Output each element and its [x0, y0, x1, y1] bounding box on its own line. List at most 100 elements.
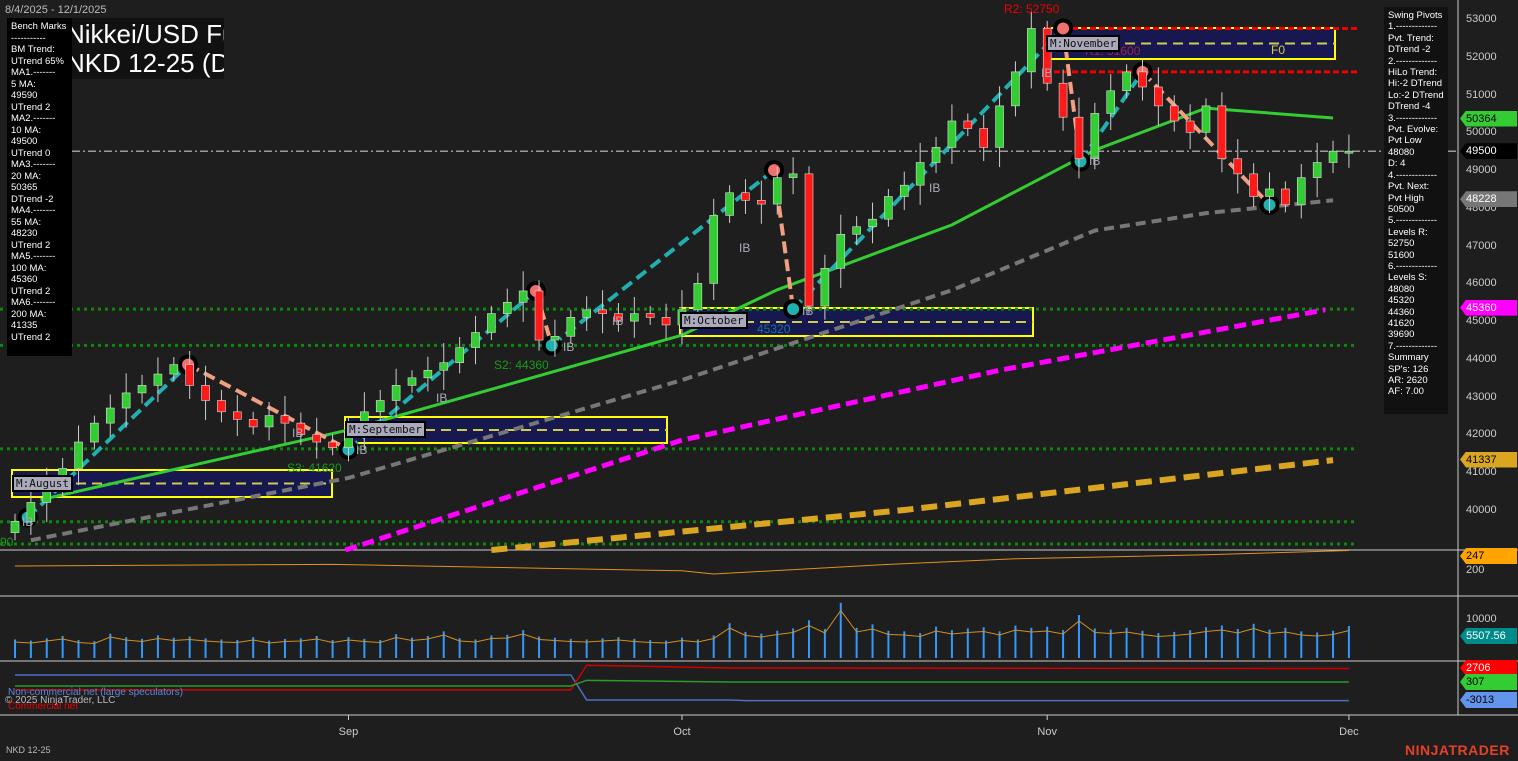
cot-line-other: [15, 679, 1349, 687]
cot-line-noncommercial: [15, 674, 1349, 702]
s-low-label: 90: [0, 535, 14, 549]
candle-down: [757, 199, 766, 205]
osc-tick: 200: [1466, 564, 1485, 576]
candle-up: [1011, 71, 1020, 107]
candle-up: [852, 226, 861, 235]
s3-label: S3: 41620: [287, 461, 342, 475]
ib-label: IB: [436, 391, 448, 405]
candle-down: [1249, 173, 1258, 197]
title-line-1: Nikkei/USD Futures: [66, 19, 224, 49]
candle-up: [788, 173, 798, 178]
candle-up: [947, 120, 957, 148]
candle-up: [1201, 105, 1211, 133]
candle-up: [423, 369, 433, 379]
candle-down: [534, 290, 544, 341]
x-axis-label: Oct: [673, 726, 691, 738]
zone-label-november: M:November: [1046, 35, 1121, 52]
candle-up: [836, 233, 846, 269]
zone-label-october: M:October: [680, 312, 748, 329]
x-axis-label: Sep: [338, 726, 359, 738]
instrument-label: NKD 12-25: [6, 745, 51, 755]
candle-up: [630, 313, 639, 322]
ninjatrader-logo: NINJATRADER: [1405, 742, 1510, 758]
candle-down: [1138, 71, 1147, 88]
noncommercial-value-tag: -3013: [1460, 692, 1517, 708]
candle-down: [645, 313, 655, 318]
ib-label: IB: [739, 241, 751, 255]
y-tick-label: 40000: [1466, 504, 1497, 516]
swing-pivot-line: [187, 362, 350, 452]
candle-down: [1154, 86, 1163, 107]
ib-label: IB: [563, 340, 575, 354]
ib-label: IB: [356, 443, 368, 457]
ib-label: IB: [1041, 66, 1053, 80]
candle-down: [1217, 105, 1227, 160]
candle-up: [820, 267, 830, 307]
candle-down: [280, 415, 290, 424]
candle-up: [1122, 71, 1131, 92]
y-tick-label: 53000: [1466, 13, 1497, 25]
candle-up: [1265, 188, 1274, 197]
candle-up: [407, 377, 417, 386]
candle-up: [10, 521, 20, 533]
candle-up: [582, 309, 591, 318]
y-tick-label: 47000: [1466, 239, 1497, 252]
candle-down: [804, 173, 814, 307]
chart-title: Nikkei/USD FuturesNKD 12-25 (Daily): [58, 18, 224, 79]
candle-up: [1328, 150, 1338, 163]
candle-down: [233, 411, 242, 420]
ib-label: IB: [802, 304, 814, 318]
y-tick-label: 51000: [1466, 88, 1497, 101]
candle-down: [741, 192, 750, 201]
price-chart[interactable]: [0, 0, 1518, 761]
candle-down: [1058, 82, 1068, 118]
candle-up: [709, 215, 719, 284]
candle-up: [518, 290, 528, 303]
oscillator-line: [14, 549, 1349, 575]
x-axis-label: Dec: [1339, 726, 1359, 738]
y-tick-label: 41000: [1466, 466, 1497, 479]
candle-up: [1312, 162, 1322, 178]
candle-down: [1169, 105, 1179, 122]
candle-down: [598, 309, 607, 314]
other-value-tag: 307: [1460, 674, 1517, 690]
zone-label-september: M:September: [345, 421, 426, 438]
osc-value-tag: 247: [1460, 548, 1517, 564]
ib-label: IB: [929, 181, 941, 195]
candle-up: [455, 347, 464, 364]
ib-label: IB: [292, 426, 304, 440]
y-tick-label: 49000: [1466, 164, 1497, 177]
price-tag: 45360: [1460, 299, 1517, 316]
ma-line-200ma: [491, 457, 1334, 554]
candle-up: [725, 192, 734, 216]
y-tick-label: 44000: [1466, 352, 1497, 365]
candle-down: [1074, 116, 1084, 160]
candle-down: [1281, 188, 1290, 206]
candle-up: [1090, 113, 1100, 160]
commercial-value-tag: 2706: [1460, 660, 1517, 676]
y-tick-label: 50000: [1466, 126, 1497, 139]
candle-up: [487, 313, 496, 333]
candle-down: [312, 434, 322, 443]
candle-up: [995, 105, 1004, 148]
candle-up: [1296, 177, 1306, 206]
candle-down: [217, 400, 226, 413]
candle-up: [1027, 28, 1036, 73]
ib-label: IB: [22, 515, 34, 529]
bench-marks-panel: Bench Marks ----------- BM Trend: UTrend…: [7, 18, 72, 356]
candle-down: [1233, 158, 1243, 175]
candle-up: [566, 317, 576, 337]
title-line-2: NKD 12-25 (Daily): [66, 48, 224, 78]
candle-up: [1344, 150, 1354, 154]
candle-up: [169, 364, 179, 375]
candle-up: [153, 373, 163, 386]
candle-up: [772, 177, 782, 205]
y-tick-label: 45000: [1466, 315, 1497, 328]
volume-tick: 10000: [1466, 613, 1497, 625]
ma-line-20ma: [40, 106, 1334, 502]
price-tag: 48228: [1460, 191, 1517, 208]
y-tick-label: 52000: [1466, 50, 1497, 63]
candle-up: [502, 301, 512, 314]
price-tag: 50364: [1460, 110, 1517, 127]
candle-up: [550, 335, 560, 341]
